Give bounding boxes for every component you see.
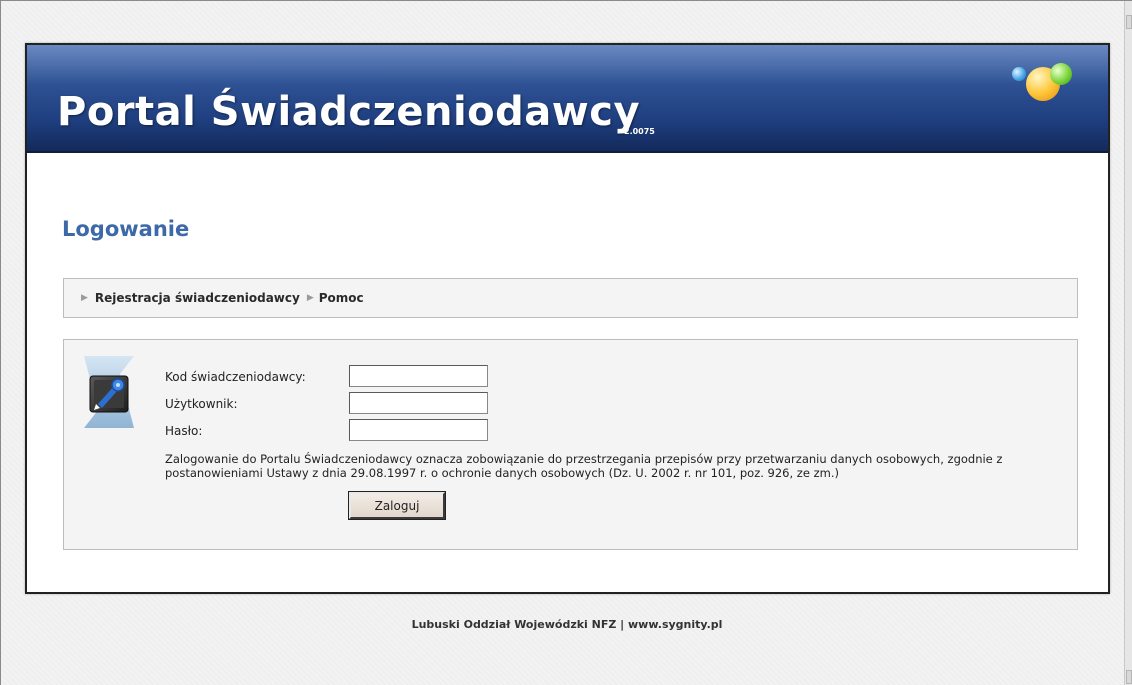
nav-links-bar: ▶ Rejestracja świadczeniodawcy ▶ Pomoc (63, 278, 1078, 318)
banner-shine (27, 45, 1108, 85)
provider-code-label: Kod świadczeniodawcy: (165, 370, 306, 384)
login-form: Kod świadczeniodawcy: Użytkownik: Hasło:… (63, 339, 1078, 550)
scrollbar[interactable] (1124, 1, 1132, 685)
colored-balls-logo-icon (1010, 61, 1082, 105)
scroll-down-arrow-icon[interactable] (1126, 670, 1132, 684)
green-ball-icon (1050, 63, 1072, 85)
provider-code-input[interactable] (349, 365, 488, 387)
header-banner: Portal Świadczeniodawcy 2.0075 (27, 45, 1108, 153)
portal-title: Portal Świadczeniodawcy (57, 89, 641, 135)
blue-ball-icon (1012, 67, 1026, 81)
username-label: Użytkownik: (165, 397, 238, 411)
username-input[interactable] (349, 392, 488, 414)
triangle-right-icon: ▶ (81, 293, 88, 303)
password-input[interactable] (349, 419, 488, 441)
privacy-notice: Zalogowanie do Portalu Świadczeniodawcy … (165, 452, 1003, 480)
help-link[interactable]: Pomoc (319, 291, 364, 305)
portal-window: Portal Świadczeniodawcy 2.0075 Logowanie… (25, 43, 1110, 594)
footer-text: Lubuski Oddział Wojewódzki NFZ | www.syg… (411, 618, 723, 631)
scroll-up-arrow-icon[interactable] (1126, 15, 1132, 29)
page-title: Logowanie (62, 217, 190, 241)
key-card-icon (84, 356, 134, 428)
password-label: Hasło: (165, 424, 203, 438)
triangle-right-icon: ▶ (306, 293, 314, 303)
register-provider-link[interactable]: Rejestracja świadczeniodawcy (95, 291, 300, 305)
login-button[interactable]: Zaloguj (348, 491, 446, 520)
portal-version: 2.0075 (624, 127, 655, 136)
